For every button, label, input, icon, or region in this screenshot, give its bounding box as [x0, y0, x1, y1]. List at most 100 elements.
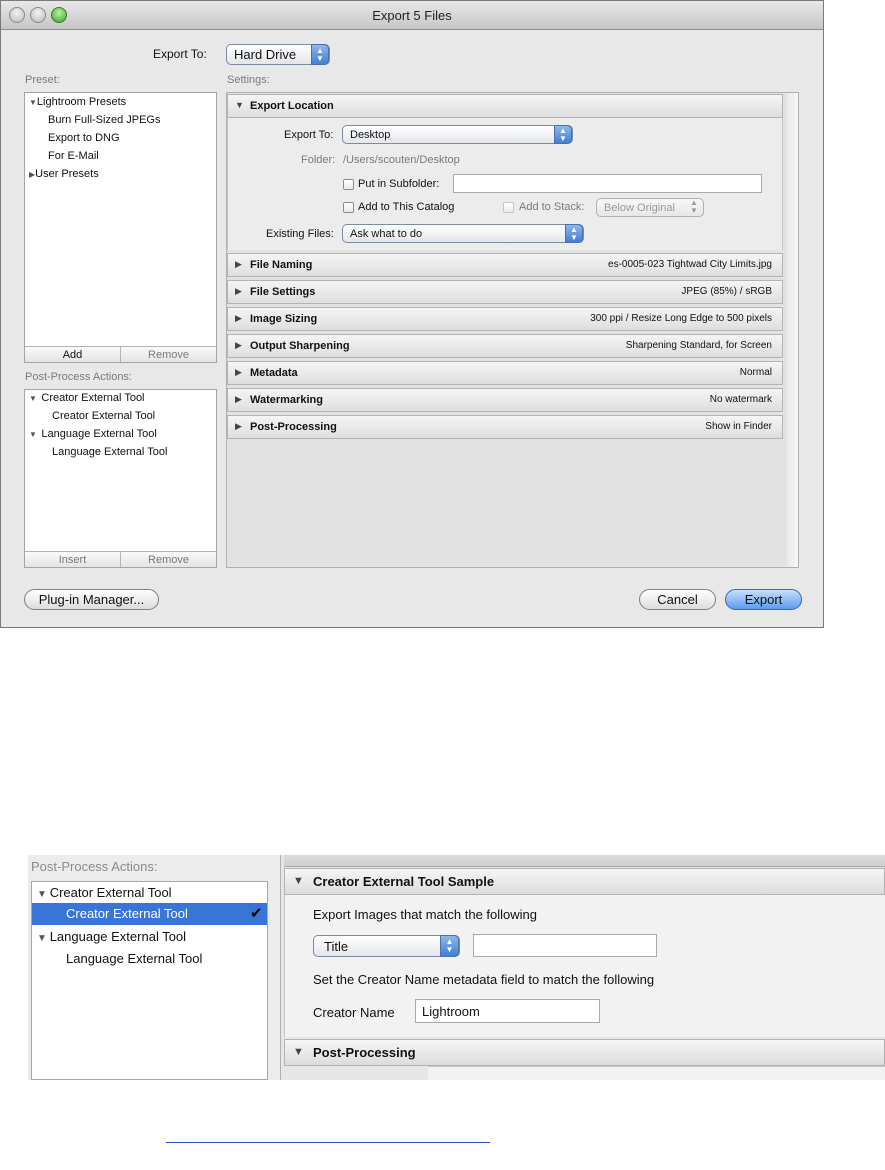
zoom-post-process-label: Post-Process Actions: [31, 859, 158, 874]
disclosure-open-icon: ▼ [29, 98, 37, 107]
disclosure-closed-icon: ▶ [235, 259, 242, 269]
zoom-action-group[interactable]: ▼ Creator External Tool [37, 885, 172, 900]
disclosure-open-icon: ▼ [37, 889, 50, 900]
disclosure-open-icon: ▼ [37, 933, 50, 944]
export-to-value: Hard Drive [234, 47, 297, 62]
link-underline [166, 1142, 490, 1143]
export-button[interactable]: Export [725, 589, 802, 610]
add-to-stack-checkbox[interactable] [503, 202, 514, 213]
export-dialog: Export 5 Files Export To: Hard Drive ▲ ▼ … [0, 0, 824, 628]
disclosure-closed-icon: ▶ [235, 313, 242, 323]
post-action-item[interactable]: Language External Tool [52, 446, 167, 458]
zoom-match-text: Export Images that match the following [313, 907, 538, 922]
put-in-subfolder-checkbox[interactable] [343, 179, 354, 190]
cancel-button[interactable]: Cancel [639, 589, 716, 610]
zoom-creator-label: Creator Name [313, 1005, 395, 1020]
zoom-selected-row[interactable]: Creator External Tool ✔ [32, 903, 267, 925]
post-action-group[interactable]: ▼ Language External Tool [29, 428, 157, 440]
panel-summary: Sharpening Standard, for Screen [625, 340, 772, 351]
existing-files-value: Ask what to do [350, 228, 423, 240]
panel-title: Metadata [250, 367, 298, 379]
zoom-bottom-edge [428, 1066, 885, 1080]
preset-group-user[interactable]: ▶User Presets [29, 168, 99, 180]
existing-files-select[interactable]: Ask what to do ▲ ▼ [342, 224, 584, 243]
preset-item[interactable]: For E-Mail [48, 150, 99, 162]
settings-scrollbar[interactable] [787, 93, 798, 567]
subfolder-input[interactable] [453, 174, 762, 193]
disclosure-closed-icon: ▶ [235, 394, 242, 404]
post-remove-button[interactable]: Remove [121, 551, 216, 567]
preset-item[interactable]: Burn Full-Sized JPEGs [48, 114, 160, 126]
image-sizing-header[interactable]: ▶ Image Sizing 300 ppi / Resize Long Edg… [227, 307, 783, 331]
export-to-label: Export To: [153, 47, 207, 61]
zoom-field-value: Title [324, 939, 349, 954]
plugin-manager-button[interactable]: Plug-in Manager... [24, 589, 159, 610]
existing-files-label: Existing Files: [266, 228, 334, 240]
stack-position-select[interactable]: Below Original ▲ ▼ [596, 198, 704, 217]
export-location-header[interactable]: ▼ Export Location [227, 94, 783, 118]
zoom-action-item[interactable]: Language External Tool [66, 951, 202, 966]
panel-title: Output Sharpening [250, 340, 350, 352]
add-to-stack-label: Add to Stack: [519, 201, 585, 213]
disclosure-closed-icon: ▶ [235, 421, 242, 431]
export-to-select[interactable]: Hard Drive ▲ ▼ [226, 44, 330, 65]
select-arrows-icon: ▲ ▼ [311, 44, 329, 65]
zoom-creator-value: Lightroom [422, 1004, 480, 1019]
select-arrows-icon: ▲ ▼ [690, 198, 698, 215]
post-processing-header[interactable]: ▶ Post-Processing Show in Finder [227, 415, 783, 439]
post-process-label: Post-Process Actions: [25, 371, 132, 383]
export-location-title: Export Location [250, 100, 334, 112]
preset-group-lightroom[interactable]: ▼Lightroom Presets [29, 96, 126, 108]
panel-title: Post-Processing [250, 421, 337, 433]
panel-summary: Normal [739, 367, 772, 378]
preset-list[interactable]: ▼Lightroom Presets Burn Full-Sized JPEGs… [24, 92, 217, 363]
add-to-catalog-checkbox[interactable] [343, 202, 354, 213]
preset-label: Preset: [25, 74, 60, 86]
zoom-set-text: Set the Creator Name metadata field to m… [313, 972, 655, 987]
zoom-detail: Post-Process Actions: ▼ Creator External… [28, 855, 885, 1080]
zoom-sample-title: Creator External Tool Sample [313, 874, 495, 889]
disclosure-closed-icon: ▶ [235, 340, 242, 350]
panel-title: Image Sizing [250, 313, 318, 325]
zoom-post-process-list[interactable]: ▼ Creator External Tool Creator External… [31, 881, 268, 1080]
file-settings-header[interactable]: ▶ File Settings JPEG (85%) / sRGB [227, 280, 783, 304]
zoom-creator-input[interactable]: Lightroom [415, 999, 600, 1023]
disclosure-closed-icon: ▶ [235, 286, 242, 296]
window-title: Export 5 Files [372, 8, 452, 23]
location-export-to-value: Desktop [350, 129, 391, 141]
select-arrows-icon: ▲ ▼ [440, 935, 459, 957]
zoom-field-select[interactable]: Title ▲ ▼ [313, 935, 460, 957]
preset-add-button[interactable]: Add [25, 346, 121, 362]
panel-summary: No watermark [709, 394, 772, 405]
metadata-header[interactable]: ▶ Metadata Normal [227, 361, 783, 385]
zoom-action-item: Creator External Tool [66, 906, 188, 921]
file-naming-header[interactable]: ▶ File Naming es-0005-023 Tightwad City … [227, 253, 783, 277]
post-action-group[interactable]: ▼ Creator External Tool [29, 392, 145, 404]
disclosure-open-icon: ▼ [29, 430, 42, 439]
location-export-to-select[interactable]: Desktop ▲ ▼ [342, 125, 573, 144]
watermarking-header[interactable]: ▶ Watermarking No watermark [227, 388, 783, 412]
folder-label: Folder: [301, 154, 336, 166]
post-action-item[interactable]: Creator External Tool [52, 410, 155, 422]
preset-item[interactable]: Export to DNG [48, 132, 120, 144]
post-insert-button[interactable]: Insert [25, 551, 121, 567]
zoom-match-input[interactable] [473, 934, 657, 957]
zoom-action-group[interactable]: ▼ Language External Tool [37, 929, 186, 944]
disclosure-closed-icon: ▶ [235, 367, 242, 377]
post-process-list[interactable]: ▼ Creator External Tool Creator External… [24, 389, 217, 568]
disclosure-open-icon: ▼ [235, 100, 244, 110]
folder-path: /Users/scouten/Desktop [343, 154, 460, 166]
panel-title: File Naming [250, 259, 313, 271]
disclosure-open-icon: ▼ [293, 1046, 304, 1058]
title-bar: Export 5 Files [1, 1, 823, 30]
panel-summary: Show in Finder [705, 421, 772, 432]
preset-remove-button[interactable]: Remove [121, 346, 216, 362]
settings-label: Settings: [227, 74, 270, 86]
zoom-sample-header[interactable]: ▼ Creator External Tool Sample [284, 868, 885, 895]
panel-title: Watermarking [250, 394, 323, 406]
panel-summary: JPEG (85%) / sRGB [681, 286, 772, 297]
put-in-subfolder-label: Put in Subfolder: [358, 178, 440, 190]
select-arrows-icon: ▲ ▼ [565, 224, 583, 243]
output-sharpening-header[interactable]: ▶ Output Sharpening Sharpening Standard,… [227, 334, 783, 358]
zoom-post-processing-header[interactable]: ▼ Post-Processing [284, 1039, 885, 1066]
